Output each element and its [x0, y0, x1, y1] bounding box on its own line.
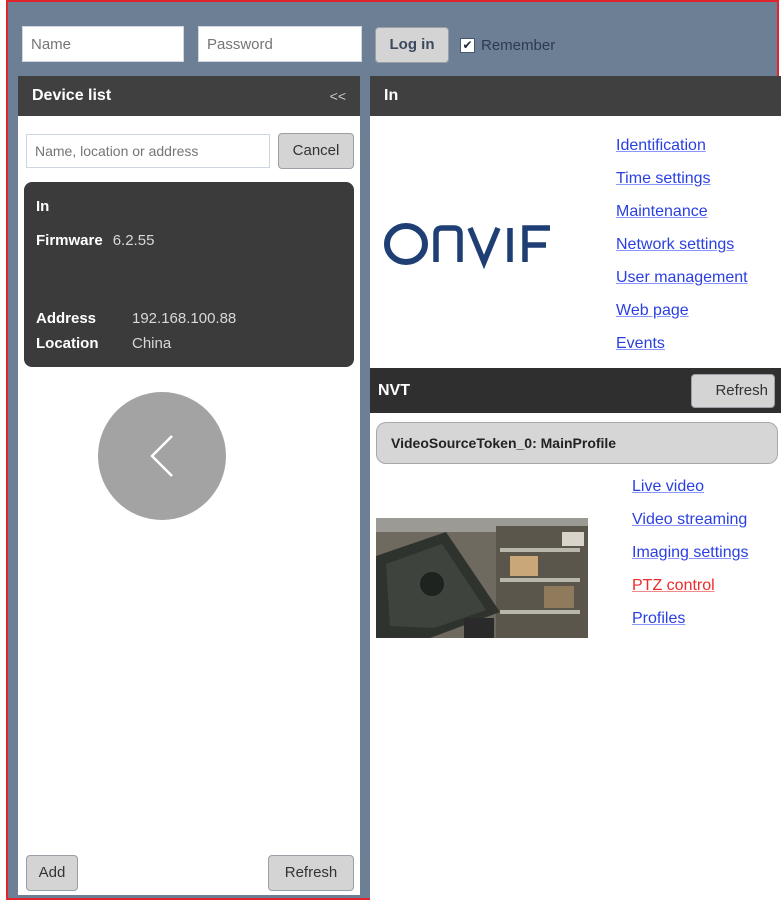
web-page-link[interactable]: Web page: [616, 302, 689, 320]
device-name: In: [36, 198, 50, 215]
app-frame: Log in ✔ Remember Device list << Cancel …: [6, 0, 781, 902]
onvif-logo: [380, 212, 580, 272]
refresh-button[interactable]: Refresh: [268, 855, 354, 891]
cancel-button[interactable]: Cancel: [278, 133, 354, 169]
location-label: Location: [36, 335, 99, 352]
video-thumbnail[interactable]: [376, 518, 588, 638]
location-row: Location China: [36, 335, 171, 352]
chevron-left-icon: [150, 435, 173, 477]
nvt-refresh-button[interactable]: Refresh: [691, 374, 775, 408]
checkbox-check-icon[interactable]: ✔: [460, 37, 475, 53]
device-card[interactable]: In Firmware 6.2.55 Address 192.168.100.8…: [24, 182, 354, 367]
network-settings-link[interactable]: Network settings: [616, 236, 734, 254]
device-list-title: Device list: [32, 87, 112, 104]
device-list-panel: Device list << Cancel In Firmware 6.2.55…: [18, 76, 360, 895]
remember-checkbox[interactable]: ✔ Remember: [460, 32, 555, 58]
address-value: 192.168.100.88: [132, 310, 237, 327]
password-input[interactable]: [198, 26, 362, 62]
user-management-link[interactable]: User management: [616, 269, 748, 287]
live-video-link[interactable]: Live video: [632, 478, 704, 496]
location-value: China: [132, 335, 172, 352]
ptz-control-link[interactable]: PTZ control: [632, 577, 715, 595]
imaging-settings-link[interactable]: Imaging settings: [632, 544, 749, 562]
back-button[interactable]: [98, 392, 226, 520]
firmware-row: Firmware 6.2.55: [36, 232, 154, 249]
address-label: Address: [36, 310, 97, 327]
name-input[interactable]: [22, 26, 184, 62]
firmware-value: 6.2.55: [112, 232, 155, 249]
remember-label: Remember: [481, 36, 556, 54]
address-row: Address 192.168.100.88: [36, 310, 236, 327]
add-button[interactable]: Add: [26, 855, 78, 891]
login-button[interactable]: Log in: [375, 27, 449, 63]
device-list-header: Device list <<: [18, 76, 360, 116]
firmware-label: Firmware: [36, 232, 103, 249]
events-link[interactable]: Events: [616, 335, 665, 353]
video-streaming-link[interactable]: Video streaming: [632, 511, 747, 529]
nvt-label: NVT: [378, 382, 410, 399]
double-chevron-left-icon[interactable]: <<: [330, 76, 346, 116]
onvif-logo-icon: [384, 223, 550, 270]
device-detail-panel: In Identification Time settings Maintena…: [370, 76, 781, 902]
profiles-link[interactable]: Profiles: [632, 610, 685, 628]
device-search-input[interactable]: [26, 134, 270, 168]
camera-snapshot-image: [376, 518, 588, 638]
device-detail-title: In: [370, 76, 781, 116]
profile-header[interactable]: VideoSourceToken_0: MainProfile: [376, 422, 778, 464]
maintenance-link[interactable]: Maintenance: [616, 203, 708, 221]
identification-link[interactable]: Identification: [616, 137, 706, 155]
time-settings-link[interactable]: Time settings: [616, 170, 711, 188]
